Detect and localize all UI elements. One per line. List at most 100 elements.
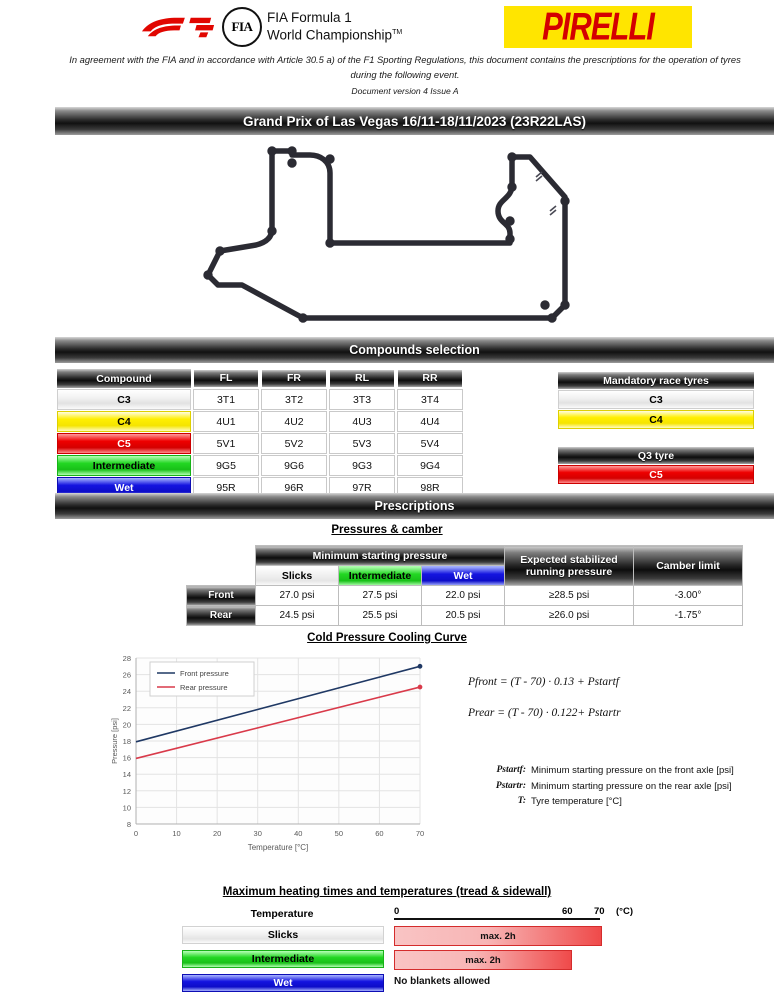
svg-text:20: 20	[213, 829, 221, 838]
cooling-curve-chart: 8 10 12 14 16 18 20 22 24 26 28 0 10 20 30 40 50 60 70 Temp…	[108, 652, 430, 862]
table-row: C3 3T1 3T2 3T3 3T4	[57, 389, 463, 410]
compounds-col-fl: FL	[193, 369, 259, 388]
compounds-col-rr: RR	[397, 369, 463, 388]
pressures-camber-title: Pressures & camber	[331, 524, 443, 536]
svg-text:18: 18	[123, 737, 131, 746]
compound-name-intermediate: Intermediate	[57, 455, 191, 476]
table-row: Intermediate 9G5 9G6 9G3 9G4	[57, 455, 463, 476]
svg-text:22: 22	[123, 704, 131, 713]
definition-key: T:	[517, 796, 526, 806]
svg-text:40: 40	[294, 829, 302, 838]
compound-name-c4: C4	[57, 411, 191, 432]
svg-text:60: 60	[375, 829, 383, 838]
svg-text:12: 12	[123, 787, 131, 796]
rear-intermediate-pressure: 25.5 psi	[338, 605, 422, 626]
intro-paragraph: In agreement with the FIA and in accorda…	[69, 54, 741, 80]
cooling-curve-title: Cold Pressure Cooling Curve	[307, 632, 467, 644]
scale-mid: 60	[562, 906, 573, 917]
fia-badge-icon: FIA	[222, 7, 262, 47]
scale-axis-line	[394, 918, 600, 920]
heating-title: Maximum heating times and temperatures (…	[222, 886, 552, 898]
compound-int-fl: 9G5	[193, 455, 259, 476]
front-intermediate-pressure: 27.5 psi	[338, 585, 422, 606]
svg-text:16: 16	[123, 754, 131, 763]
compound-name-c5: C5	[57, 433, 191, 454]
svg-text:50: 50	[335, 829, 343, 838]
expected-running-pressure-header: Expected stabilized running pressure	[504, 545, 634, 586]
compound-c4-fl: 4U1	[193, 411, 259, 432]
logo-row: FIA FIA Formula 1 World ChampionshipTM P…	[0, 4, 774, 50]
compounds-banner: Compounds selection	[55, 337, 774, 363]
axle-front-label: Front	[186, 585, 256, 606]
heating-bar-slicks: max. 2h	[394, 926, 602, 946]
fia-logo: FIA FIA Formula 1 World ChampionshipTM	[222, 7, 402, 47]
fia-wordmark: FIA Formula 1 World ChampionshipTM	[267, 11, 402, 43]
compounds-table: Compound FL FR RL RR C3 3T1 3T2 3T3 3T4 …	[55, 368, 465, 499]
table-row: Front 27.0 psi 27.5 psi 22.0 psi ≥28.5 p…	[186, 585, 743, 606]
svg-text:Pressure [psi]: Pressure [psi]	[110, 718, 119, 764]
compound-c3-rl: 3T3	[329, 389, 395, 410]
svg-text:70: 70	[416, 829, 424, 838]
compound-int-rr: 9G4	[397, 455, 463, 476]
heating-tyre-intermediate: Intermediate	[182, 950, 384, 968]
svg-text:14: 14	[123, 770, 131, 779]
mandatory-tyre-c4: C4	[558, 410, 754, 429]
temperature-scale: 0 60 70 (°C)	[394, 906, 634, 920]
compound-name-c3: C3	[57, 389, 191, 410]
q3-tyre-panel: Q3 tyre C5	[558, 447, 754, 484]
formula-block: Pfront = (T - 70) · 0.13 + Pstartf Prear…	[468, 676, 768, 738]
definition-pstartf: Pstartf: Minimum starting pressure on th…	[468, 764, 774, 778]
col-intermediate: Intermediate	[338, 565, 422, 586]
pressures-group-header-row: Minimum starting pressure Expected stabi…	[187, 545, 743, 586]
svg-text:30: 30	[254, 829, 262, 838]
heating-section: Temperature 0 60 70 (°C) Slicks max. 2h …	[0, 906, 774, 992]
definition-text: Minimum starting pressure on the front a…	[531, 765, 734, 776]
svg-text:Front pressure: Front pressure	[180, 669, 229, 678]
fia-line-2: World Championship	[267, 27, 393, 43]
compound-c4-fr: 4U2	[261, 411, 327, 432]
svg-text:Temperature [°C]: Temperature [°C]	[248, 843, 309, 852]
svg-text:Rear pressure: Rear pressure	[180, 683, 228, 692]
prescriptions-banner: Prescriptions	[55, 493, 774, 519]
fia-line-1: FIA Formula 1	[267, 10, 352, 26]
pirelli-wordmark: PIRELLI	[542, 6, 655, 48]
event-title-banner: Grand Prix of Las Vegas 16/11-18/11/2023…	[55, 107, 774, 135]
compounds-header-row: Compound FL FR RL RR	[57, 369, 463, 388]
compound-c3-fl: 3T1	[193, 389, 259, 410]
svg-text:28: 28	[123, 654, 131, 663]
front-expected-pressure: ≥28.5 psi	[504, 585, 634, 606]
formula-rear: Prear = (T - 70) · 0.122+ Pstartr	[468, 707, 621, 719]
scale-start: 0	[394, 906, 400, 917]
definition-t: T: Tyre temperature [°C]	[468, 795, 774, 809]
compounds-col-rl: RL	[329, 369, 395, 388]
front-camber-limit: -3.00°	[633, 585, 743, 606]
circuit-map	[203, 146, 570, 323]
svg-text:0: 0	[134, 829, 138, 838]
table-row: Rear 24.5 psi 25.5 psi 20.5 psi ≥26.0 ps…	[186, 605, 743, 626]
heating-tyre-slicks: Slicks	[182, 926, 384, 944]
heating-tyre-wet: Wet	[182, 974, 384, 992]
compound-c3-fr: 3T2	[261, 389, 327, 410]
compound-int-fr: 9G6	[261, 455, 327, 476]
heating-bar-wet: No blankets allowed	[394, 976, 491, 987]
pressures-corner-cell-2	[187, 566, 256, 586]
compound-c5-fr: 5V2	[261, 433, 327, 454]
pressures-corner-cell	[187, 546, 256, 566]
definition-pstartr: Pstartr: Minimum starting pressure on th…	[468, 780, 774, 794]
mandatory-race-tyres-title: Mandatory race tyres	[558, 372, 754, 389]
mandatory-race-tyres-panel: Mandatory race tyres C3 C4	[558, 372, 754, 429]
compound-c5-rl: 5V3	[329, 433, 395, 454]
camber-limit-header: Camber limit	[633, 545, 743, 586]
fia-badge-text: FIA	[231, 19, 253, 34]
document-version: Document version 4 Issue A	[351, 86, 459, 96]
rear-slicks-pressure: 24.5 psi	[255, 605, 339, 626]
rear-wet-pressure: 20.5 psi	[421, 605, 505, 626]
pirelli-logo: PIRELLI	[504, 6, 692, 48]
compound-c3-rr: 3T4	[397, 389, 463, 410]
compounds-col-compound: Compound	[57, 369, 191, 388]
scale-unit: (°C)	[616, 906, 633, 917]
compound-c5-rr: 5V4	[397, 433, 463, 454]
min-starting-pressure-header: Minimum starting pressure	[255, 545, 505, 566]
definition-key: Pstartf:	[496, 765, 526, 775]
temperature-label: Temperature	[250, 908, 314, 920]
